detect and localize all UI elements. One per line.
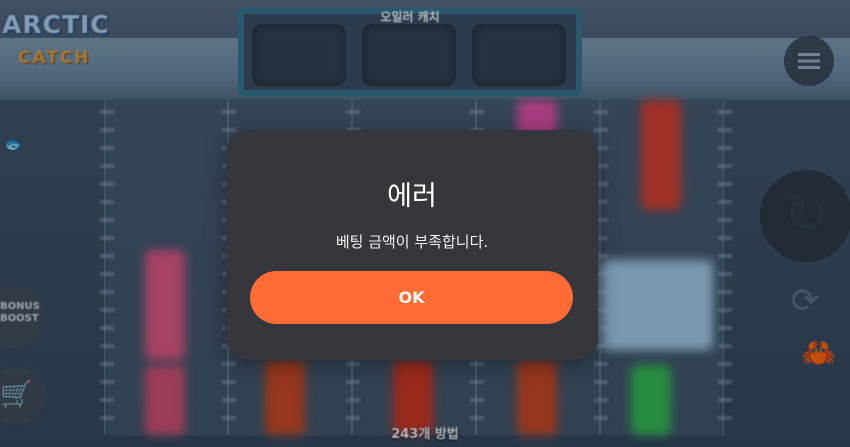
dialog-message: 베팅 금액이 부족합니다. — [335, 233, 489, 251]
dialog-title: 에러 — [387, 181, 437, 212]
error-dialog: 에러 베팅 금액이 부족합니다. OK — [226, 130, 598, 360]
ok-button[interactable]: OK — [250, 271, 573, 324]
